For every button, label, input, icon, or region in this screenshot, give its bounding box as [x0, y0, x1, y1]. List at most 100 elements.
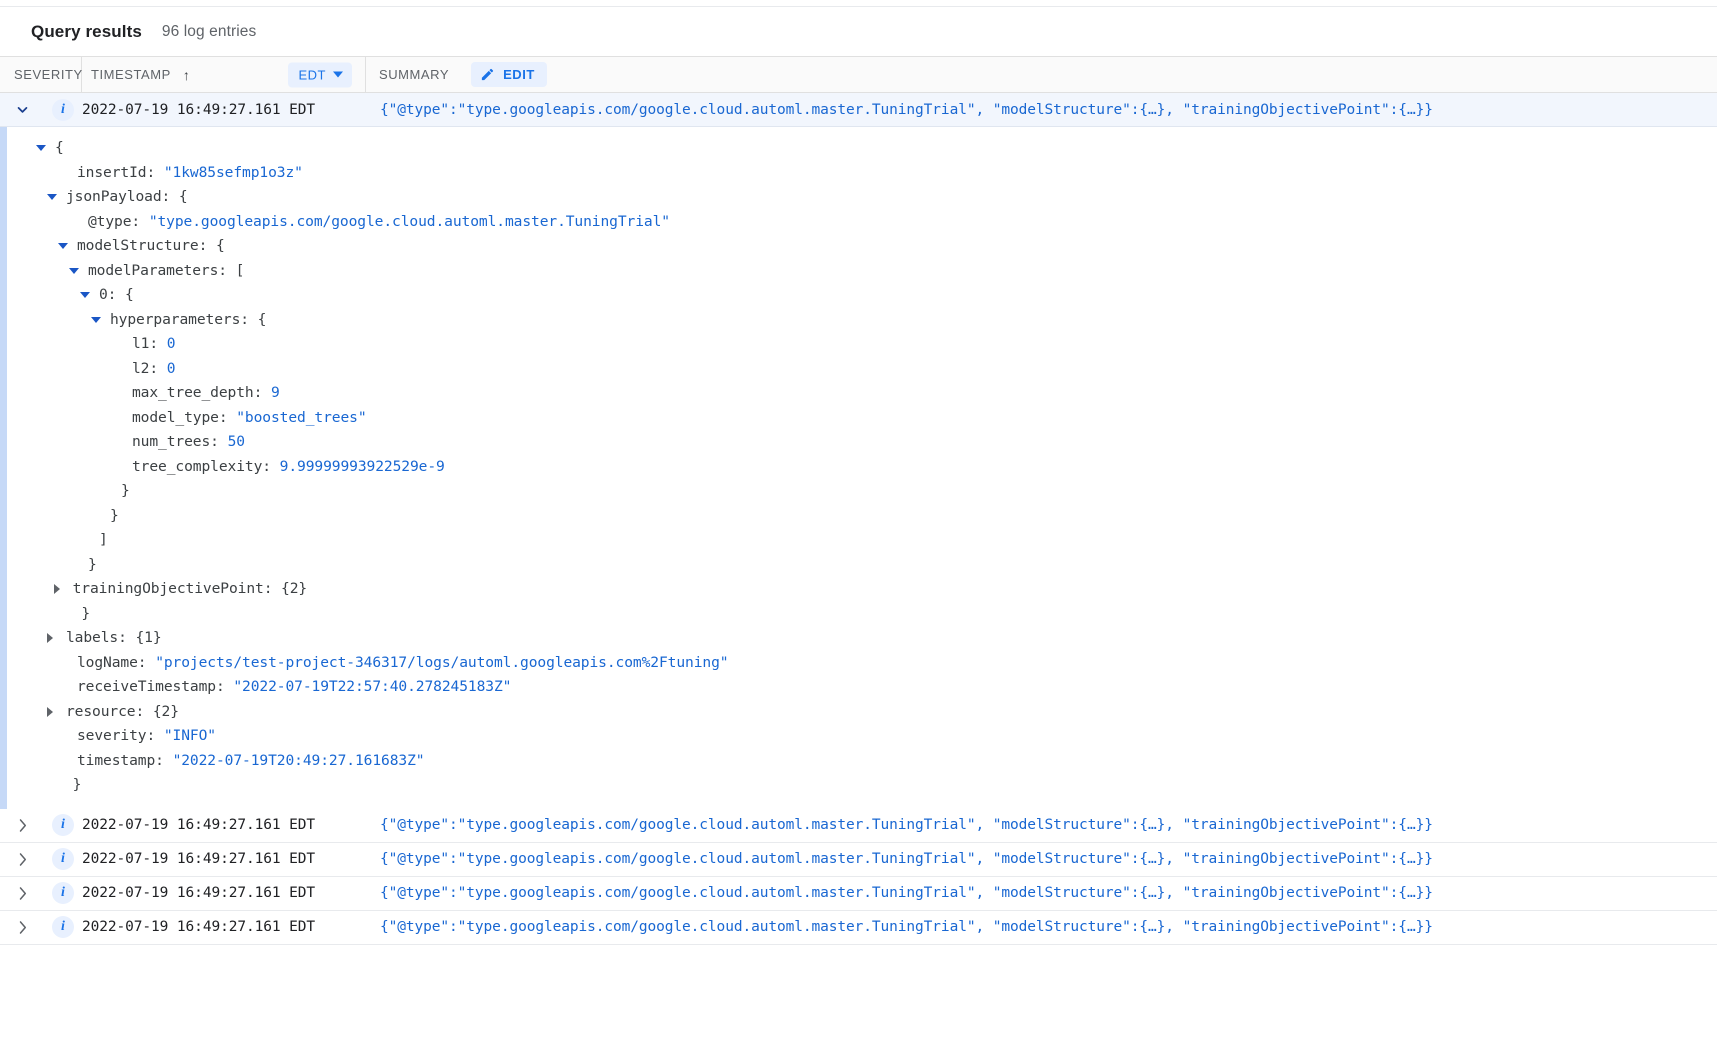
json-line: }: [7, 479, 1717, 504]
chevron-right-icon[interactable]: [0, 816, 44, 835]
json-key: receiveTimestamp:: [77, 678, 233, 695]
log-row-timestamp: 2022-07-19 16:49:27.161 EDT: [82, 851, 366, 867]
edit-label: EDIT: [503, 67, 535, 82]
chevron-right-glyph: [13, 918, 32, 937]
json-value: 9.99999993922529e-9: [280, 458, 445, 475]
log-row[interactable]: i2022-07-19 16:49:27.161 EDT{"@type":"ty…: [0, 843, 1717, 877]
tree-expand-triangle-open-icon[interactable]: [69, 268, 79, 274]
json-key: severity:: [77, 727, 164, 744]
json-node-label: {: [55, 139, 64, 156]
json-line: modelStructure: {: [7, 234, 1717, 259]
json-line: }: [7, 504, 1717, 529]
json-line: }: [7, 602, 1717, 627]
json-line: jsonPayload: {: [7, 185, 1717, 210]
json-line: severity: "INFO": [7, 724, 1717, 749]
json-line: trainingObjectivePoint: {2}: [7, 577, 1717, 602]
json-line: ]: [7, 528, 1717, 553]
json-key: l2:: [132, 360, 167, 377]
json-node-label: }: [121, 482, 130, 499]
chevron-right-glyph: [13, 884, 32, 903]
severity-info-indicator: i: [44, 848, 82, 870]
column-header-timestamp[interactable]: TIMESTAMP ↑ EDT: [82, 57, 366, 92]
json-node-label: modelParameters: [: [88, 262, 244, 279]
json-value: "projects/test-project-346317/logs/autom…: [155, 654, 728, 671]
json-node-label: trainingObjectivePoint: {2}: [73, 580, 308, 597]
json-key: max_tree_depth:: [132, 384, 271, 401]
severity-info-indicator: i: [44, 916, 82, 938]
log-row[interactable]: i2022-07-19 16:49:27.161 EDT{"@type":"ty…: [0, 877, 1717, 911]
json-line: @type: "type.googleapis.com/google.cloud…: [7, 210, 1717, 235]
sort-ascending-arrow-icon[interactable]: ↑: [183, 68, 191, 82]
json-tree: {insertId: "1kw85sefmp1o3z"jsonPayload: …: [7, 136, 1717, 798]
json-line: logName: "projects/test-project-346317/l…: [7, 651, 1717, 676]
log-entry-count: 96 log entries: [162, 23, 256, 41]
timezone-dropdown[interactable]: EDT: [288, 62, 353, 87]
chevron-right-glyph: [13, 850, 32, 869]
json-line: timestamp: "2022-07-19T20:49:27.161683Z": [7, 749, 1717, 774]
json-line: modelParameters: [: [7, 259, 1717, 284]
chevron-right-icon[interactable]: [0, 918, 44, 937]
log-row-timestamp: 2022-07-19 16:49:27.161 EDT: [82, 919, 366, 935]
column-header-summary[interactable]: SUMMARY EDIT: [366, 57, 1717, 92]
tree-expand-triangle-closed-icon[interactable]: [54, 584, 60, 594]
column-label-summary: SUMMARY: [379, 67, 449, 82]
log-row-timestamp: 2022-07-19 16:49:27.161 EDT: [82, 817, 366, 833]
query-results-header: Query results 96 log entries: [0, 7, 1717, 57]
json-value: 0: [167, 335, 176, 352]
json-value: "1kw85sefmp1o3z": [164, 164, 303, 181]
json-key: logName:: [77, 654, 155, 671]
json-key: num_trees:: [132, 433, 228, 450]
json-key: timestamp:: [77, 752, 173, 769]
json-node-label: }: [73, 776, 82, 793]
tree-expand-triangle-open-icon[interactable]: [91, 317, 101, 323]
info-icon: i: [52, 882, 74, 904]
json-line: }: [7, 773, 1717, 798]
tree-expand-triangle-open-icon[interactable]: [36, 145, 46, 151]
json-node-label: 0: {: [99, 286, 134, 303]
pencil-icon: [480, 67, 495, 82]
json-line: num_trees: 50: [7, 430, 1717, 455]
info-icon: i: [52, 99, 74, 121]
json-key: model_type:: [132, 409, 236, 426]
info-icon: i: [52, 814, 74, 836]
edit-summary-button[interactable]: EDIT: [471, 62, 547, 87]
chevron-down-icon[interactable]: [0, 100, 44, 119]
tree-expand-triangle-open-icon[interactable]: [47, 194, 57, 200]
json-node-label: }: [110, 507, 119, 524]
column-label-timestamp: TIMESTAMP: [91, 67, 171, 82]
chevron-right-icon[interactable]: [0, 884, 44, 903]
json-value: 0: [167, 360, 176, 377]
column-header-severity[interactable]: SEVERITY: [0, 57, 82, 92]
severity-info-indicator: i: [44, 99, 82, 121]
chevron-right-icon[interactable]: [0, 850, 44, 869]
json-value: "boosted_trees": [236, 409, 366, 426]
chevron-right-glyph: [13, 816, 32, 835]
tree-expand-triangle-open-icon[interactable]: [80, 292, 90, 298]
log-row-summary: {"@type":"type.googleapis.com/google.clo…: [366, 919, 1717, 935]
json-line: labels: {1}: [7, 626, 1717, 651]
json-line: l1: 0: [7, 332, 1717, 357]
json-key: @type:: [88, 213, 149, 230]
json-node-label: ]: [99, 531, 108, 548]
chevron-down-icon: [333, 72, 343, 78]
tree-expand-triangle-closed-icon[interactable]: [47, 633, 53, 643]
page-title: Query results: [31, 22, 142, 42]
json-value: "2022-07-19T22:57:40.278245183Z": [233, 678, 511, 695]
log-row[interactable]: i2022-07-19 16:49:27.161 EDT{"@type":"ty…: [0, 809, 1717, 843]
log-row-expanded[interactable]: i 2022-07-19 16:49:27.161 EDT {"@type":"…: [0, 93, 1717, 127]
json-node-label: labels: {1}: [66, 629, 162, 646]
info-icon: i: [52, 848, 74, 870]
json-node-label: }: [81, 605, 90, 622]
tree-expand-triangle-closed-icon[interactable]: [47, 707, 53, 717]
json-node-label: resource: {2}: [66, 703, 179, 720]
json-line: 0: {: [7, 283, 1717, 308]
log-row[interactable]: i 2022-07-19 16:49:27.161 EDT{"@type":"ty…: [0, 911, 1717, 945]
severity-info-indicator: i: [44, 882, 82, 904]
json-value: "INFO": [164, 727, 216, 744]
json-line: tree_complexity: 9.99999993922529e-9: [7, 455, 1717, 480]
json-value: "type.googleapis.com/google.cloud.automl…: [149, 213, 670, 230]
timezone-value: EDT: [299, 67, 327, 82]
json-line: resource: {2}: [7, 700, 1717, 725]
tree-expand-triangle-open-icon[interactable]: [58, 243, 68, 249]
info-icon: i: [52, 916, 74, 938]
